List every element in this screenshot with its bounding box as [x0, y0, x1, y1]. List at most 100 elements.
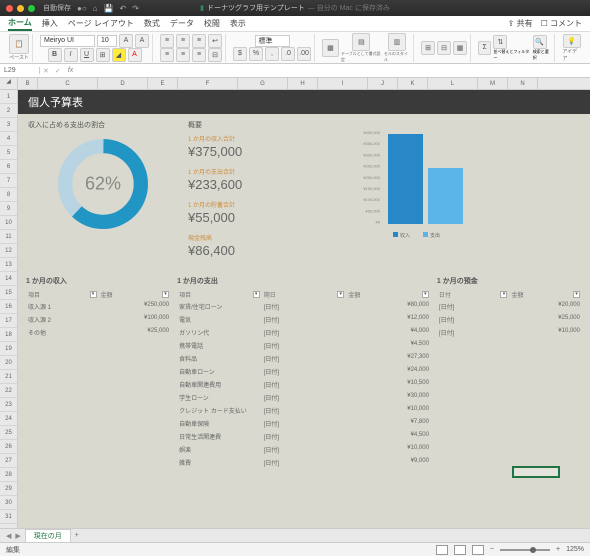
page-break-view-icon[interactable] — [472, 545, 484, 555]
align-top[interactable]: ≡ — [160, 34, 174, 48]
row-header[interactable]: 24 — [0, 412, 17, 426]
filter-icon[interactable]: ▾ — [253, 291, 260, 298]
autosave-toggle[interactable]: ●○ — [77, 4, 87, 13]
comma-button[interactable]: , — [265, 47, 279, 61]
col-header[interactable]: G — [238, 78, 288, 89]
row-header[interactable]: 32 — [0, 524, 17, 528]
row-header[interactable]: 21 — [0, 370, 17, 384]
table-format[interactable]: ▤ — [352, 33, 370, 51]
tab-review[interactable]: 校閲 — [204, 18, 220, 29]
format-cells[interactable]: ▦ — [453, 41, 467, 55]
grow-font[interactable]: A — [119, 34, 133, 48]
wrap-text[interactable]: ↩ — [208, 34, 222, 48]
row-header[interactable]: 29 — [0, 482, 17, 496]
row-header[interactable]: 20 — [0, 356, 17, 370]
name-box[interactable]: L29 — [0, 67, 40, 74]
row-header[interactable]: 15 — [0, 286, 17, 300]
align-bot[interactable]: ≡ — [192, 34, 206, 48]
align-right[interactable]: ≡ — [192, 48, 206, 62]
delete-cells[interactable]: ⊟ — [437, 41, 451, 55]
save-icon[interactable]: 💾 — [104, 4, 114, 13]
undo-icon[interactable]: ↶ — [119, 4, 126, 13]
zoom-out-icon[interactable]: − — [490, 546, 494, 553]
row-header[interactable]: 17 — [0, 314, 17, 328]
maximize-window-icon[interactable] — [28, 5, 35, 12]
row-header[interactable]: 1 — [0, 90, 17, 104]
row-header[interactable]: 12 — [0, 244, 17, 258]
align-mid[interactable]: ≡ — [176, 34, 190, 48]
col-header[interactable]: L — [428, 78, 478, 89]
col-header[interactable]: H — [288, 78, 318, 89]
col-header[interactable]: M — [478, 78, 508, 89]
fx-icon[interactable]: fx — [64, 67, 77, 74]
row-header[interactable]: 13 — [0, 258, 17, 272]
filter-icon[interactable]: ▾ — [162, 291, 169, 298]
tab-data[interactable]: データ — [170, 18, 194, 29]
percent-button[interactable]: % — [249, 47, 263, 61]
add-sheet-icon[interactable]: + — [75, 532, 79, 539]
ideas-button[interactable]: 💡 — [563, 34, 581, 48]
col-header[interactable]: C — [38, 78, 98, 89]
tab-view[interactable]: 表示 — [230, 18, 246, 29]
row-header[interactable]: 27 — [0, 454, 17, 468]
row-header[interactable]: 5 — [0, 146, 17, 160]
row-header[interactable]: 3 — [0, 118, 17, 132]
autosum[interactable]: Σ — [478, 41, 491, 55]
col-header[interactable]: K — [398, 78, 428, 89]
fill-button[interactable]: ◢ — [112, 48, 126, 62]
comment-button[interactable]: ☐ コメント — [541, 18, 582, 29]
col-header[interactable]: D — [98, 78, 148, 89]
cell-style[interactable]: ▥ — [388, 33, 406, 51]
border-button[interactable]: ⊞ — [96, 48, 110, 62]
filter-icon[interactable]: ▾ — [422, 291, 429, 298]
row-header[interactable]: 2 — [0, 104, 17, 118]
insert-cells[interactable]: ⊞ — [421, 41, 435, 55]
row-header[interactable]: 26 — [0, 440, 17, 454]
sort-filter[interactable]: ⇅ — [493, 35, 507, 49]
col-header[interactable]: E — [148, 78, 178, 89]
row-header[interactable]: 31 — [0, 510, 17, 524]
italic-button[interactable]: I — [64, 48, 78, 62]
filter-icon[interactable]: ▾ — [337, 291, 344, 298]
row-header[interactable]: 16 — [0, 300, 17, 314]
shrink-font[interactable]: A — [135, 34, 149, 48]
dec-dec[interactable]: .00 — [297, 47, 311, 61]
sheet-nav-prev-icon[interactable]: ◀ — [6, 532, 11, 540]
enter-formula-icon[interactable]: ✓ — [52, 67, 64, 75]
close-window-icon[interactable] — [6, 5, 13, 12]
redo-icon[interactable]: ↷ — [132, 4, 139, 13]
worksheet[interactable]: 個人予算表 収入に占める支出の割合 62% — [18, 90, 590, 528]
col-header[interactable]: I — [318, 78, 368, 89]
bold-button[interactable]: B — [48, 48, 62, 62]
row-header[interactable]: 22 — [0, 384, 17, 398]
tab-layout[interactable]: ページ レイアウト — [68, 18, 134, 29]
row-header[interactable]: 14 — [0, 272, 17, 286]
merge-button[interactable]: ⊟ — [208, 48, 222, 62]
row-header[interactable]: 25 — [0, 426, 17, 440]
filter-icon[interactable]: ▾ — [90, 291, 97, 298]
underline-button[interactable]: U — [80, 48, 94, 62]
share-button[interactable]: ⇪ 共有 — [508, 18, 533, 29]
row-header[interactable]: 8 — [0, 188, 17, 202]
row-header[interactable]: 10 — [0, 216, 17, 230]
sheet-tab[interactable]: 現在の月 — [25, 529, 71, 542]
row-header[interactable]: 23 — [0, 398, 17, 412]
currency-button[interactable]: $ — [233, 47, 247, 61]
filter-icon[interactable]: ▾ — [573, 291, 580, 298]
active-cell[interactable] — [512, 466, 560, 478]
align-left[interactable]: ≡ — [160, 48, 174, 62]
col-header[interactable]: J — [368, 78, 398, 89]
col-header[interactable]: F — [178, 78, 238, 89]
page-layout-view-icon[interactable] — [454, 545, 466, 555]
col-header[interactable]: B — [18, 78, 38, 89]
font-select[interactable]: Meiryo UI — [40, 35, 95, 47]
home-icon[interactable]: ⌂ — [93, 4, 98, 13]
fontsize-select[interactable]: 10 — [97, 35, 117, 47]
dec-inc[interactable]: .0 — [281, 47, 295, 61]
row-header[interactable]: 18 — [0, 328, 17, 342]
select-all[interactable]: ◢ — [0, 78, 18, 89]
minimize-window-icon[interactable] — [17, 5, 24, 12]
row-header[interactable]: 19 — [0, 342, 17, 356]
col-header[interactable]: N — [508, 78, 538, 89]
cancel-formula-icon[interactable]: ✕ — [40, 67, 52, 75]
